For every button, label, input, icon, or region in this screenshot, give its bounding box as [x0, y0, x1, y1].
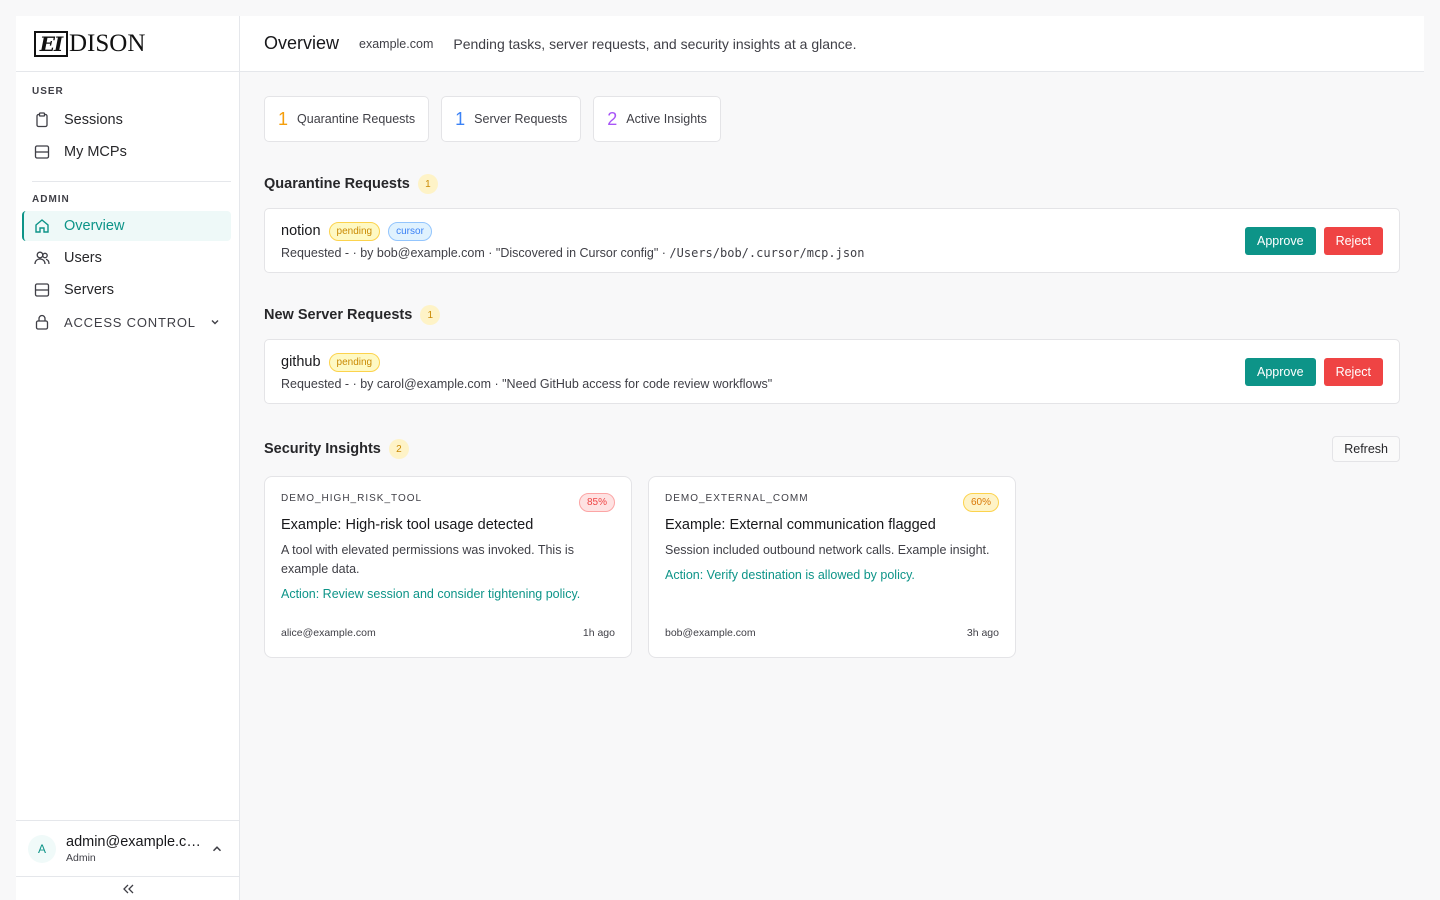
sidebar-item-label: My MCPs	[64, 144, 127, 160]
sidebar-item-label: Users	[64, 250, 102, 266]
insight-card[interactable]: DEMO_HIGH_RISK_TOOL 85% Example: High-ri…	[264, 476, 632, 658]
stats-row: 1 Quarantine Requests 1 Server Requests …	[264, 96, 1400, 142]
insight-card[interactable]: DEMO_EXTERNAL_COMM 60% Example: External…	[648, 476, 1016, 658]
insight-action: Action: Review session and consider tigh…	[281, 587, 581, 601]
stat-active-insights[interactable]: 2 Active Insights	[593, 96, 721, 142]
request-meta: Requested - · by carol@example.com · "Ne…	[281, 376, 773, 391]
request-name: github	[281, 354, 321, 370]
requested-time: Requested -	[281, 376, 350, 391]
count-badge: 1	[420, 305, 441, 325]
sidebar-item-access-control[interactable]: ACCESS CONTROL	[22, 307, 231, 337]
stat-label: Quarantine Requests	[297, 112, 416, 126]
insight-code: DEMO_EXTERNAL_COMM	[665, 493, 809, 504]
server-icon	[34, 144, 50, 160]
insight-title: Example: External communication flagged	[665, 517, 936, 533]
lock-icon	[34, 314, 50, 330]
confidence-badge: 85%	[578, 493, 615, 512]
main-content: 1 Quarantine Requests 1 Server Requests …	[264, 72, 1400, 658]
approve-button[interactable]: Approve	[1245, 357, 1316, 386]
count-badge: 1	[417, 174, 438, 194]
sidebar-item-label: Overview	[64, 218, 125, 234]
reject-button[interactable]: Reject	[1323, 226, 1383, 255]
config-path: /Users/bob/.cursor/mcp.json	[669, 245, 865, 260]
stat-count: 1	[455, 108, 466, 129]
insight-title: Example: High-risk tool usage detected	[281, 517, 534, 533]
sidebar-divider	[32, 181, 231, 182]
stat-count: 1	[278, 108, 289, 129]
page-subtitle: Pending tasks, server requests, and secu…	[453, 35, 857, 52]
sidebar-item-label: Sessions	[64, 112, 123, 128]
requested-time: Requested -	[281, 245, 350, 260]
insight-user: alice@example.com	[281, 627, 376, 639]
users-icon	[34, 250, 50, 266]
sidebar-item-my-mcps[interactable]: My MCPs	[22, 137, 231, 167]
sidebar-item-sessions[interactable]: Sessions	[22, 105, 231, 135]
reject-button[interactable]: Reject	[1323, 357, 1383, 386]
sidebar-item-users[interactable]: Users	[22, 243, 231, 273]
account-email: admin@example.com	[66, 833, 202, 850]
sidebar-item-label: Servers	[64, 282, 114, 298]
insight-action: Action: Verify destination is allowed by…	[665, 568, 915, 582]
stat-label: Active Insights	[626, 112, 707, 126]
requested-by: by carol@example.com	[360, 376, 492, 391]
account-role: Admin	[66, 851, 96, 864]
logo-text: DISON	[69, 29, 146, 57]
requested-by: by bob@example.com	[360, 245, 485, 260]
clipboard-icon	[34, 112, 50, 128]
source-badge: cursor	[388, 221, 432, 241]
chevron-up-icon[interactable]	[210, 842, 224, 856]
insight-code: DEMO_HIGH_RISK_TOOL	[281, 493, 423, 504]
server-icon	[34, 282, 50, 298]
section-title: Quarantine Requests	[264, 176, 410, 192]
insight-user: bob@example.com	[665, 627, 756, 639]
section-title: New Server Requests	[264, 307, 413, 323]
approve-button[interactable]: Approve	[1245, 226, 1316, 255]
stat-quarantine-requests[interactable]: 1 Quarantine Requests	[264, 96, 430, 142]
confidence-badge: 60%	[962, 493, 999, 512]
stat-server-requests[interactable]: 1 Server Requests	[441, 96, 582, 142]
count-badge: 2	[388, 439, 409, 459]
quarantine-section-heading: Quarantine Requests 1	[264, 174, 1400, 194]
page-header: Overview example.com Pending tasks, serv…	[240, 16, 1424, 72]
sidebar-item-overview[interactable]: Overview	[22, 211, 231, 241]
status-badge: pending	[328, 221, 381, 241]
collapse-sidebar-button[interactable]	[16, 876, 239, 900]
server-requests-section-heading: New Server Requests 1	[264, 305, 1400, 325]
sidebar-item-label: ACCESS CONTROL	[64, 314, 196, 330]
sidebar-item-servers[interactable]: Servers	[22, 275, 231, 305]
logo-mark: EI	[34, 30, 68, 57]
insight-description: Session included outbound network calls.…	[665, 543, 990, 557]
avatar: A	[28, 834, 56, 863]
account-menu[interactable]: A admin@example.com Admin	[16, 820, 239, 876]
chevron-down-icon[interactable]	[209, 316, 221, 328]
refresh-button[interactable]: Refresh	[1332, 436, 1400, 462]
brand-logo[interactable]: EI DISON	[16, 16, 239, 72]
request-name: notion	[281, 223, 321, 239]
insight-time: 1h ago	[582, 627, 615, 639]
section-title: Security Insights	[264, 441, 381, 457]
domain-label: example.com	[359, 36, 434, 51]
double-chevron-left-icon	[121, 882, 135, 900]
insights-section-heading: Security Insights 2 Refresh	[264, 436, 1400, 462]
section-label-admin: ADMIN	[32, 194, 70, 205]
quarantine-request-card: notion pending cursor Requested - · by b…	[264, 208, 1400, 273]
insight-time: 3h ago	[966, 627, 999, 639]
stat-count: 2	[607, 108, 618, 129]
request-meta: Requested - · by bob@example.com · "Disc…	[281, 245, 865, 260]
stat-label: Server Requests	[474, 112, 568, 126]
status-badge: pending	[328, 352, 381, 372]
home-icon	[34, 218, 50, 234]
page-title: Overview	[264, 33, 340, 53]
section-label-user: USER	[32, 86, 64, 97]
server-request-card: github pending Requested - · by carol@ex…	[264, 339, 1400, 404]
sidebar: EI DISON USER Sessions My MCPs ADMIN Over…	[16, 16, 240, 900]
request-note: "Need GitHub access for code review work…	[502, 376, 773, 391]
insights-grid: DEMO_HIGH_RISK_TOOL 85% Example: High-ri…	[264, 476, 1400, 658]
insight-description: A tool with elevated permissions was inv…	[281, 543, 574, 576]
request-note: "Discovered in Cursor config"	[495, 245, 659, 260]
